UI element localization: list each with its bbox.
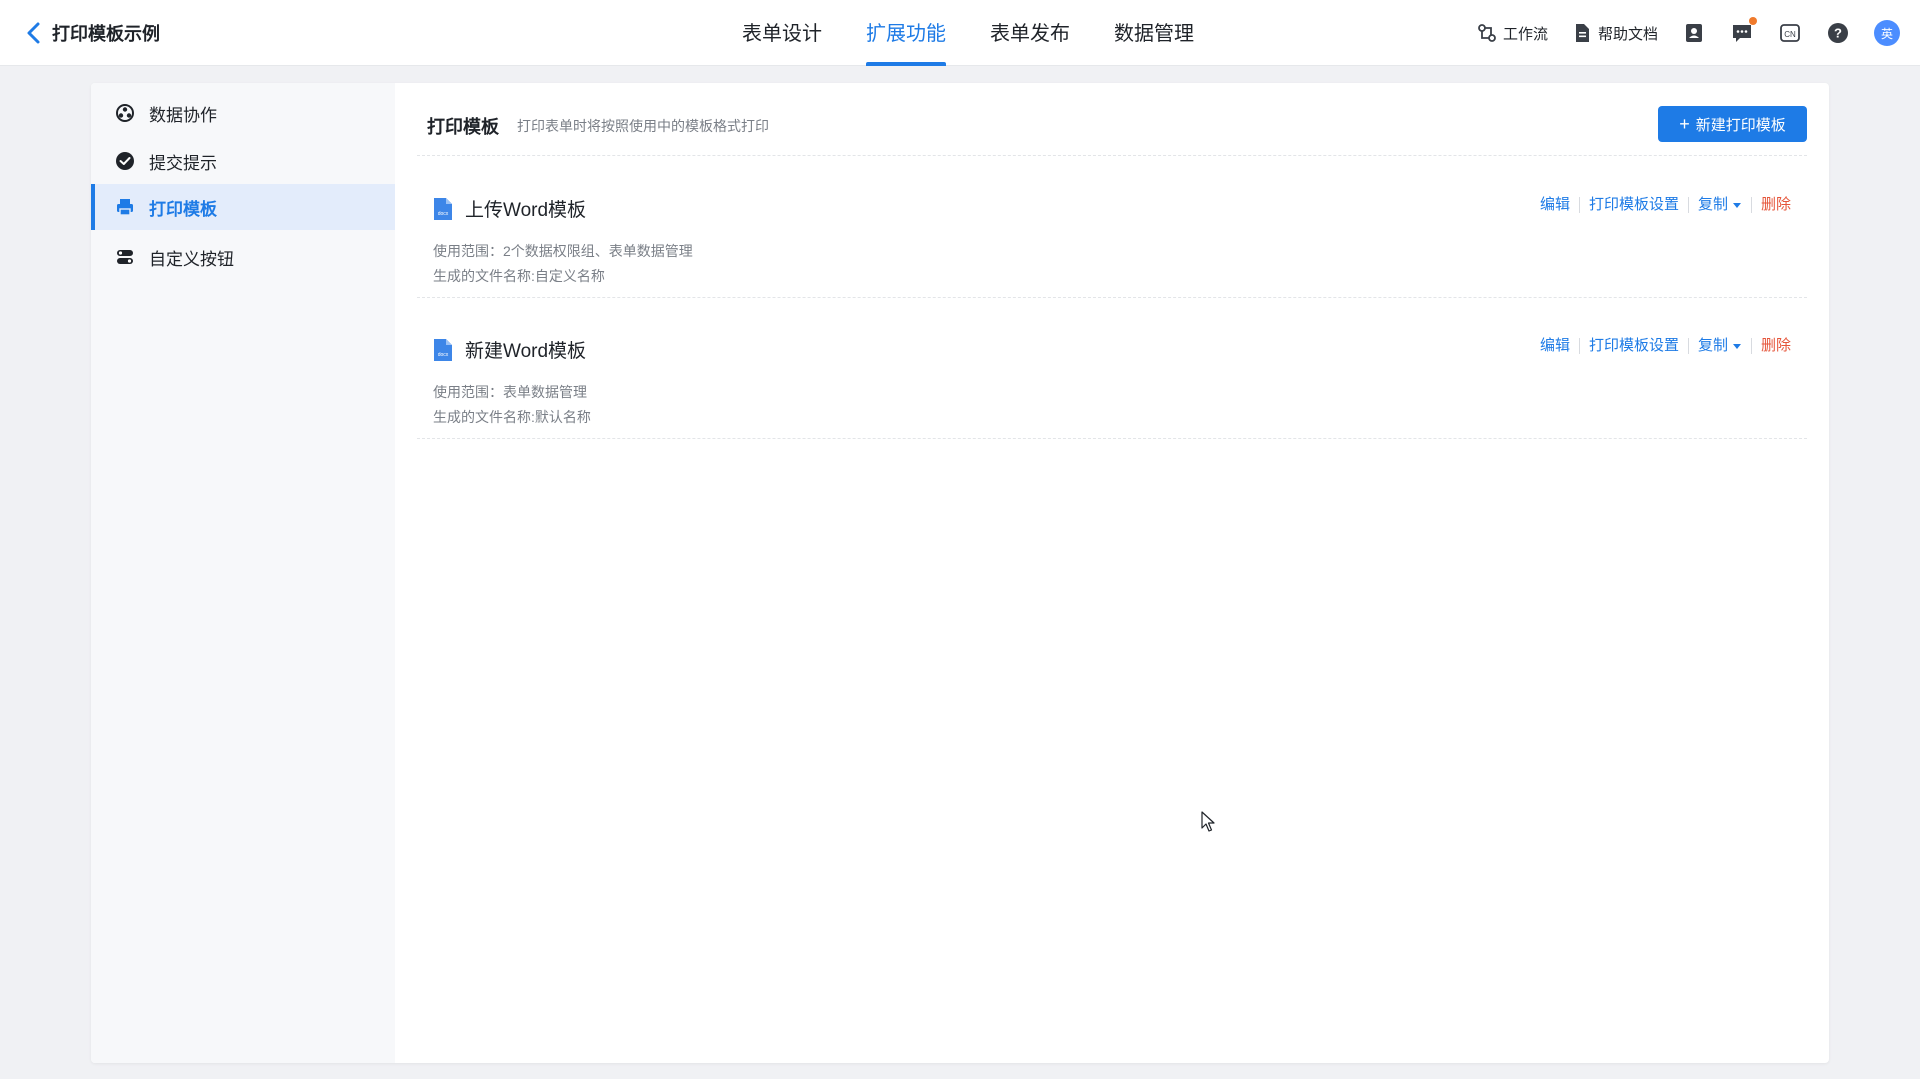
workflow-button[interactable]: 工作流 bbox=[1477, 23, 1548, 44]
sidebar-item-submit-tip[interactable]: 提交提示 bbox=[91, 138, 395, 184]
document-icon bbox=[1575, 24, 1589, 42]
template-scope: 使用范围：表单数据管理 bbox=[433, 384, 587, 400]
template-filename: 生成的文件名称:默认名称 bbox=[433, 409, 591, 425]
template-name: docx 新建Word模板 bbox=[433, 336, 586, 363]
word-doc-icon: docx bbox=[434, 197, 452, 220]
data-collab-icon bbox=[115, 103, 135, 123]
tab-form-design[interactable]: 表单设计 bbox=[720, 0, 844, 66]
svg-text:docx: docx bbox=[438, 211, 449, 217]
content-header: 打印模板 打印表单时将按照使用中的模板格式打印 + 新建打印模板 bbox=[417, 83, 1807, 156]
message-icon bbox=[1733, 25, 1751, 42]
delete-link[interactable]: 删除 bbox=[1752, 197, 1791, 213]
tab-extensions[interactable]: 扩展功能 bbox=[844, 0, 968, 66]
copy-label: 复制 bbox=[1697, 337, 1728, 354]
sidebar-item-custom-button[interactable]: 自定义按钮 bbox=[91, 234, 395, 280]
page-description: 打印表单时将按照使用中的模板格式打印 bbox=[517, 118, 769, 134]
mouse-cursor-icon bbox=[1201, 811, 1215, 832]
delete-link[interactable]: 删除 bbox=[1752, 338, 1791, 354]
template-name-text: 上传Word模板 bbox=[465, 200, 587, 221]
chevron-left-icon bbox=[27, 22, 40, 44]
print-template-settings-link[interactable]: 打印模板设置 bbox=[1580, 197, 1689, 213]
template-filename: 生成的文件名称:自定义名称 bbox=[433, 268, 605, 284]
new-print-template-button[interactable]: + 新建打印模板 bbox=[1658, 106, 1807, 142]
messages-button[interactable] bbox=[1730, 17, 1757, 45]
copy-dropdown[interactable]: 复制 bbox=[1689, 197, 1752, 213]
sidebar-item-print-template[interactable]: 打印模板 bbox=[91, 184, 395, 230]
app-title: 打印模板示例 bbox=[52, 24, 160, 44]
template-actions: 编辑 打印模板设置 复制 删除 bbox=[1531, 338, 1791, 354]
contact-card-icon bbox=[1686, 24, 1702, 42]
new-print-template-label: 新建打印模板 bbox=[1695, 116, 1786, 134]
language-icon: CN bbox=[1780, 24, 1800, 42]
sidebar-item-label: 打印模板 bbox=[149, 199, 217, 219]
template-item: docx 上传Word模板 使用范围：2个数据权限组、表单数据管理 生成的文件名… bbox=[417, 157, 1807, 298]
copy-label: 复制 bbox=[1697, 196, 1728, 213]
avatar[interactable]: 英 bbox=[1874, 20, 1900, 46]
tab-form-publish[interactable]: 表单发布 bbox=[968, 0, 1092, 66]
workflow-label: 工作流 bbox=[1502, 25, 1548, 43]
edit-link[interactable]: 编辑 bbox=[1531, 338, 1580, 354]
content-area: 打印模板 打印表单时将按照使用中的模板格式打印 + 新建打印模板 docx 上传… bbox=[395, 83, 1829, 1063]
tab-data-management[interactable]: 数据管理 bbox=[1092, 0, 1216, 66]
template-actions: 编辑 打印模板设置 复制 删除 bbox=[1531, 197, 1791, 213]
check-circle-icon bbox=[115, 151, 135, 171]
template-name-text: 新建Word模板 bbox=[465, 341, 587, 362]
page-title: 打印模板 bbox=[427, 117, 499, 137]
svg-text:?: ? bbox=[1834, 26, 1842, 41]
plus-icon: + bbox=[1679, 114, 1690, 134]
template-scope: 使用范围：2个数据权限组、表单数据管理 bbox=[433, 243, 693, 259]
svg-text:CN: CN bbox=[1784, 30, 1796, 39]
main-panel: 数据协作 提交提示 打印模板 自定义按钮 打印模板 打印表单时将按照使用中的模板… bbox=[91, 83, 1829, 1063]
caret-down-icon bbox=[1732, 344, 1741, 349]
top-bar: 打印模板示例 表单设计 扩展功能 表单发布 数据管理 工作流 帮助文档 CN ?… bbox=[0, 0, 1920, 66]
main-nav-tabs: 表单设计 扩展功能 表单发布 数据管理 bbox=[720, 0, 1216, 66]
printer-icon bbox=[115, 197, 135, 217]
sidebar-item-data-collab[interactable]: 数据协作 bbox=[91, 90, 395, 136]
help-button[interactable]: ? bbox=[1826, 21, 1850, 45]
help-docs-label: 帮助文档 bbox=[1597, 25, 1658, 43]
sidebar: 数据协作 提交提示 打印模板 自定义按钮 bbox=[91, 83, 395, 1063]
notification-dot bbox=[1749, 17, 1757, 25]
print-template-settings-link[interactable]: 打印模板设置 bbox=[1580, 338, 1689, 354]
question-icon: ? bbox=[1828, 23, 1848, 43]
caret-down-icon bbox=[1732, 203, 1741, 208]
copy-dropdown[interactable]: 复制 bbox=[1689, 338, 1752, 354]
sidebar-item-label: 自定义按钮 bbox=[149, 249, 234, 269]
workflow-icon bbox=[1478, 24, 1496, 42]
contacts-button[interactable] bbox=[1682, 21, 1706, 45]
template-item: docx 新建Word模板 使用范围：表单数据管理 生成的文件名称:默认名称 编… bbox=[417, 298, 1807, 439]
svg-text:docx: docx bbox=[438, 352, 449, 358]
template-name: docx 上传Word模板 bbox=[433, 195, 586, 222]
back-button[interactable]: 打印模板示例 bbox=[24, 18, 160, 48]
custom-button-icon bbox=[115, 247, 135, 267]
edit-link[interactable]: 编辑 bbox=[1531, 197, 1580, 213]
sidebar-item-label: 数据协作 bbox=[149, 105, 217, 125]
help-docs-button[interactable]: 帮助文档 bbox=[1572, 23, 1658, 44]
language-button[interactable]: CN bbox=[1778, 21, 1802, 45]
word-doc-icon: docx bbox=[434, 338, 452, 361]
sidebar-item-label: 提交提示 bbox=[149, 153, 217, 173]
header-tools: 工作流 帮助文档 CN ? 英 bbox=[1453, 17, 1900, 48]
